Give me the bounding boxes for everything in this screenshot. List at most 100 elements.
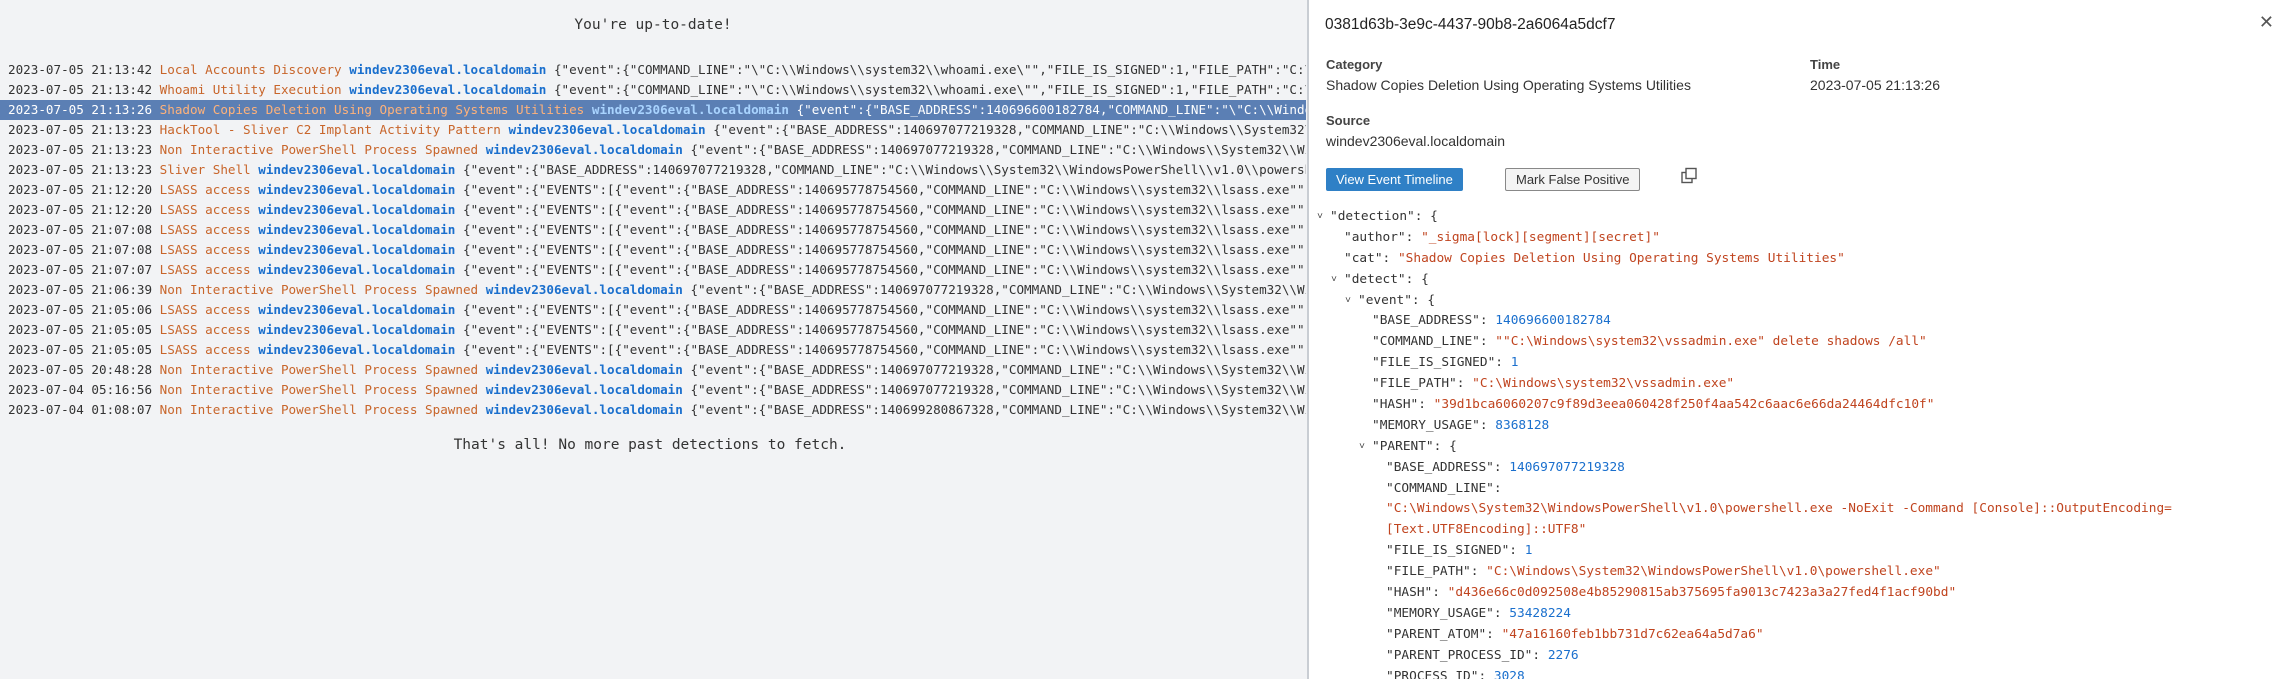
json-line: "cat": "Shadow Copies Deletion Using Ope… <box>1309 249 2286 270</box>
detection-event-json: {"event":{"EVENTS":[{"event":{"BASE_ADDR… <box>462 242 1305 257</box>
detection-category: Non Interactive PowerShell Process Spawn… <box>159 142 479 157</box>
json-key: "PROCESS_ID": <box>1386 668 1487 679</box>
detection-host: windev2306eval.localdomain <box>349 82 547 97</box>
json-value: 140696600182784 <box>1495 313 1611 329</box>
detection-time: 2023-07-05 21:13:23 <box>8 122 153 137</box>
detection-row[interactable]: 2023-07-05 21:05:06 LSASS access windev2… <box>0 300 1306 320</box>
detection-host: windev2306eval.localdomain <box>258 242 456 257</box>
detection-row[interactable]: 2023-07-05 21:12:20 LSASS access windev2… <box>0 180 1306 200</box>
detection-event-json: {"event":{"BASE_ADDRESS":140697077219328… <box>690 382 1306 397</box>
json-line: "PARENT_PROCESS_ID": 2276 <box>1309 646 2286 667</box>
detection-row[interactable]: 2023-07-05 21:13:23 Sliver Shell windev2… <box>0 160 1306 180</box>
detection-category: LSASS access <box>159 342 251 357</box>
detection-row[interactable]: 2023-07-04 05:16:56 Non Interactive Powe… <box>0 380 1306 400</box>
detection-category: Local Accounts Discovery <box>159 62 342 77</box>
detection-time: 2023-07-05 21:13:42 <box>8 82 153 97</box>
chevron-down-icon[interactable]: ˅ <box>1317 207 1323 228</box>
detection-row[interactable]: 2023-07-05 21:07:07 LSASS access windev2… <box>0 260 1306 280</box>
json-value: "C:\Windows\System32\WindowsPowerShell\v… <box>1486 564 1941 580</box>
detection-host: windev2306eval.localdomain <box>258 182 456 197</box>
chevron-down-icon[interactable]: ˅ <box>1331 270 1337 291</box>
end-of-list-message: That's all! No more past detections to f… <box>453 437 847 453</box>
detection-event-json: {"event":{"BASE_ADDRESS":140697077219328… <box>462 162 1306 177</box>
source-label: Source <box>1326 113 1371 128</box>
detection-time: 2023-07-05 21:13:23 <box>8 142 153 157</box>
json-value: { <box>1430 209 1438 224</box>
json-value: { <box>1421 271 1429 287</box>
json-line: "HASH": "d436e66c0d092508e4b85290815ab37… <box>1309 583 2286 604</box>
detection-time: 2023-07-05 21:07:07 <box>8 262 153 277</box>
detection-host: windev2306eval.localdomain <box>258 302 456 317</box>
detection-event-json: {"event":{"EVENTS":[{"event":{"BASE_ADDR… <box>462 202 1305 217</box>
detection-event-json: {"event":{"EVENTS":[{"event":{"BASE_ADDR… <box>462 222 1305 237</box>
detection-event-json: {"event":{"EVENTS":[{"event":{"BASE_ADDR… <box>462 182 1305 197</box>
json-key: "FILE_IS_SIGNED": <box>1372 355 1503 371</box>
json-key: "detection": <box>1330 209 1423 224</box>
json-key: "detect": <box>1344 271 1414 287</box>
json-key: "HASH": <box>1386 585 1440 601</box>
detection-host: windev2306eval.localdomain <box>508 122 706 137</box>
detection-id: 0381d63b-3e9c-4437-90b8-2a6064a5dcf7 <box>1325 16 1616 33</box>
view-event-timeline-button[interactable]: View Event Timeline <box>1326 168 1463 191</box>
detection-event-json: {"event":{"BASE_ADDRESS":140697077219328… <box>713 122 1306 137</box>
chevron-down-icon[interactable]: ˅ <box>1359 437 1365 458</box>
json-line: "COMMAND_LINE": ""C:\Windows\system32\vs… <box>1309 332 2286 353</box>
detection-event-json: {"event":{"EVENTS":[{"event":{"BASE_ADDR… <box>462 342 1305 357</box>
json-line: "HASH": "39d1bca6060207c9f89d3eea060428f… <box>1309 395 2286 416</box>
detection-host: windev2306eval.localdomain <box>258 342 456 357</box>
detection-row[interactable]: 2023-07-05 20:48:28 Non Interactive Powe… <box>0 360 1306 380</box>
json-key: "COMMAND_LINE": <box>1372 334 1488 350</box>
detection-row[interactable]: 2023-07-05 21:13:23 HackTool - Sliver C2… <box>0 120 1306 140</box>
chevron-down-icon[interactable]: ˅ <box>1345 291 1351 312</box>
source-value: windev2306eval.localdomain <box>1326 133 1506 149</box>
json-line: ˅ "PARENT": { <box>1309 437 2286 458</box>
detection-time: 2023-07-05 21:13:26 <box>8 102 153 117</box>
detection-row[interactable]: 2023-07-05 21:13:26 Shadow Copies Deleti… <box>0 100 1306 120</box>
json-line: ˅ "detect": { <box>1309 270 2286 291</box>
json-value: 3028 <box>1493 668 1525 679</box>
detection-category: LSASS access <box>159 182 251 197</box>
detection-category: HackTool - Sliver C2 Implant Activity Pa… <box>159 122 501 137</box>
json-key: "PARENT": <box>1372 438 1442 454</box>
detection-row[interactable]: 2023-07-05 21:12:20 LSASS access windev2… <box>0 200 1306 220</box>
detection-row[interactable]: 2023-07-04 01:08:07 Non Interactive Powe… <box>0 400 1306 420</box>
json-value: 1 <box>1524 543 1533 559</box>
json-key: "FILE_PATH": <box>1386 564 1479 580</box>
detection-host: windev2306eval.localdomain <box>485 362 683 377</box>
detection-category: LSASS access <box>159 322 251 337</box>
json-key: "FILE_IS_SIGNED": <box>1386 543 1517 559</box>
copy-icon[interactable] <box>1679 166 1699 186</box>
detection-row[interactable]: 2023-07-05 21:05:05 LSASS access windev2… <box>0 340 1306 360</box>
detection-host: windev2306eval.localdomain <box>349 62 547 77</box>
json-line: "PROCESS_ID": 3028 <box>1309 667 2286 679</box>
detection-event-json: {"event":{"COMMAND_LINE":"\"C:\\Windows\… <box>553 82 1306 97</box>
detection-time: 2023-07-05 21:13:42 <box>8 62 153 77</box>
json-line: "FILE_PATH": "C:\Windows\System32\Window… <box>1309 562 2286 583</box>
detection-row[interactable]: 2023-07-05 21:07:08 LSASS access windev2… <box>0 240 1306 260</box>
detection-row[interactable]: 2023-07-05 21:13:42 Whoami Utility Execu… <box>0 80 1306 100</box>
detection-host: windev2306eval.localdomain <box>485 382 683 397</box>
detection-category: Sliver Shell <box>159 162 251 177</box>
detection-host: windev2306eval.localdomain <box>485 142 683 157</box>
detection-row[interactable]: 2023-07-05 21:05:05 LSASS access windev2… <box>0 320 1306 340</box>
json-line: "BASE_ADDRESS": 140697077219328 <box>1309 458 2286 479</box>
detection-time: 2023-07-04 01:08:07 <box>8 402 153 417</box>
json-line: "FILE_IS_SIGNED": 1 <box>1309 541 2286 562</box>
detection-host: windev2306eval.localdomain <box>591 102 789 117</box>
detection-event-json: {"event":{"EVENTS":[{"event":{"BASE_ADDR… <box>462 262 1305 277</box>
json-value: 8368128 <box>1495 417 1550 433</box>
detection-host: windev2306eval.localdomain <box>258 162 456 177</box>
json-key: "HASH": <box>1372 397 1426 413</box>
detection-time: 2023-07-05 21:07:08 <box>8 222 153 237</box>
mark-false-positive-button[interactable]: Mark False Positive <box>1505 168 1641 191</box>
detection-row[interactable]: 2023-07-05 21:13:23 Non Interactive Powe… <box>0 140 1306 160</box>
detections-list: 2023-07-05 21:13:42 Local Accounts Disco… <box>0 60 1306 420</box>
json-line: [Text.UTF8Encoding]::UTF8" <box>1309 520 2286 541</box>
detection-row[interactable]: 2023-07-05 21:06:39 Non Interactive Powe… <box>0 280 1306 300</box>
json-value: "Shadow Copies Deletion Using Operating … <box>1397 250 1845 266</box>
close-icon[interactable]: ✕ <box>2259 12 2274 33</box>
json-line: "BASE_ADDRESS": 140696600182784 <box>1309 311 2286 332</box>
detection-row[interactable]: 2023-07-05 21:07:08 LSASS access windev2… <box>0 220 1306 240</box>
detection-row[interactable]: 2023-07-05 21:13:42 Local Accounts Disco… <box>0 60 1306 80</box>
category-label: Category <box>1326 57 1383 72</box>
